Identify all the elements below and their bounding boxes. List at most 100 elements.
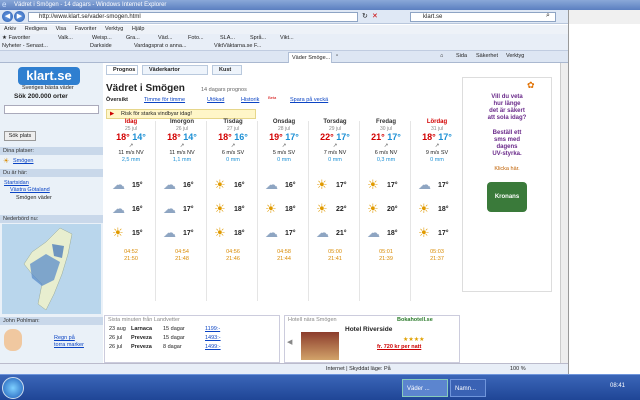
min-temp: 17°: [336, 132, 350, 142]
menu-redigera[interactable]: Redigera: [25, 26, 47, 32]
hotel-brand[interactable]: Bokahotell.se: [397, 317, 433, 323]
day-column[interactable]: Tisdag 27 jul 18° 16° ↗ 6 m/s SV 0 mm ☀ 16° ☀ 18°…: [208, 119, 258, 339]
favorites-button[interactable]: ★ Favoriter: [2, 34, 40, 42]
offer-price[interactable]: 1499:-: [205, 344, 221, 351]
safety-menu[interactable]: Säkerhet: [476, 53, 498, 59]
ie-logo-icon: e: [2, 0, 7, 9]
new-tab-button[interactable]: ▫: [336, 53, 338, 59]
place-link-smogen[interactable]: Smögen: [13, 158, 34, 165]
day-name: Torsdag: [323, 119, 347, 125]
fav-item[interactable]: Nyheter - Senast...: [2, 42, 82, 50]
fav-item[interactable]: ViktVäktarna.se F...: [214, 42, 286, 50]
home-icon[interactable]: ⌂: [440, 53, 443, 59]
cloud-icon: ☁: [316, 225, 329, 240]
menu-verktyg[interactable]: Verktyg: [105, 26, 123, 32]
ad-brand-logo: Kronans: [487, 182, 527, 212]
min-temp: 14°: [132, 132, 146, 142]
address-input[interactable]: http://www.klart.se/vader-smogen.html: [28, 12, 358, 22]
prev-arrow-icon[interactable]: ◀: [287, 338, 292, 346]
search-place-button[interactable]: Sök plats: [4, 131, 36, 141]
tab-prognos[interactable]: Prognos: [106, 65, 138, 75]
tab-vaderkartor[interactable]: Väderkartor: [142, 65, 208, 75]
wind: 5 m/s SV: [272, 150, 296, 156]
fav-item[interactable]: Gra...: [126, 34, 154, 42]
fav-item[interactable]: Vikt...: [280, 34, 304, 42]
subtab-historik[interactable]: Historik: [241, 97, 259, 104]
breadcrumb-start[interactable]: Startsidan: [4, 180, 29, 187]
menu-favoriter[interactable]: Favoriter: [75, 26, 97, 32]
hotel-price[interactable]: fr. 720 kr per natt: [377, 344, 421, 351]
menu-bar: Arkiv Redigera Visa Favoriter Verktyg Hj…: [0, 25, 568, 34]
offer-date: 26 jul: [109, 335, 123, 341]
start-button[interactable]: [2, 377, 24, 399]
forward-button[interactable]: ▶: [14, 11, 25, 22]
tab-kust[interactable]: Kust: [212, 65, 242, 75]
offer-days: 8 dagar: [163, 344, 182, 350]
day-column[interactable]: Imorgon 26 jul 18° 14° ↗ 11 m/s NV 1,1 mm ☁ 16°…: [157, 119, 207, 339]
fav-item[interactable]: Valk...: [58, 34, 88, 42]
fav-item[interactable]: Språ...: [250, 34, 276, 42]
sun-icon: ☀: [367, 201, 379, 216]
hotel-name[interactable]: Hotel Riverside: [345, 326, 392, 333]
hotel-photo[interactable]: [301, 332, 339, 360]
warning-banner[interactable]: ▶ Risk för starka vindbyar idag!: [106, 109, 256, 119]
breadcrumb-region[interactable]: Västra Götaland: [10, 187, 50, 194]
sun-icon: ☀: [214, 177, 226, 192]
wind-icon: ↗: [128, 143, 134, 149]
back-button[interactable]: ◀: [2, 11, 13, 22]
address-url: http://www.klart.se/vader-smogen.html: [39, 14, 141, 20]
search-input[interactable]: klart.se: [410, 12, 556, 22]
fav-item[interactable]: Foto...: [188, 34, 216, 42]
page-menu[interactable]: Sida: [456, 53, 467, 59]
site-tagline: Sveriges bästa väder: [22, 85, 74, 91]
taskbar-item-namn[interactable]: Namn...: [450, 379, 486, 397]
slot-temp: 16°: [183, 182, 194, 189]
radar-map[interactable]: [2, 224, 101, 314]
fav-item[interactable]: Väd...: [158, 34, 184, 42]
place-search-input[interactable]: [4, 105, 99, 114]
fav-item[interactable]: Weisp...: [92, 34, 122, 42]
clock[interactable]: 08:41: [610, 383, 625, 389]
sunset: 21:37: [430, 256, 444, 262]
butterfly-icon: ✿: [527, 80, 535, 90]
wind-icon: ↗: [332, 143, 338, 149]
min-temp: 17°: [438, 132, 452, 142]
max-temp: 22°: [320, 132, 334, 142]
offer-price[interactable]: 1493:-: [205, 335, 221, 342]
taskbar-item-vader[interactable]: Väder ...: [402, 379, 448, 397]
time-slot: ☁ 17°: [157, 223, 207, 245]
search-icon[interactable]: ⌕: [546, 12, 550, 20]
subtab-timme[interactable]: Timme för timme: [144, 97, 185, 104]
day-column[interactable]: Onsdag 28 jul 19° 17° ↗ 5 m/s SV 0 mm ☁ 16° ☀ 18°…: [259, 119, 309, 339]
time-slot: ☀ 18°: [412, 199, 462, 221]
ad-cta[interactable]: Klicka här.: [463, 166, 551, 172]
time-slot: ☁ 16°: [157, 175, 207, 197]
subtab-spara[interactable]: Spara på veckä: [290, 97, 328, 104]
desktop-area: [568, 10, 640, 380]
menu-hjalp[interactable]: Hjälp: [132, 26, 145, 32]
vertical-scrollbar[interactable]: [560, 63, 568, 363]
tab-vader-smogen[interactable]: Väder Smöge...: [288, 52, 332, 63]
offer-date: 26 jul: [109, 344, 123, 350]
fav-item[interactable]: SLA...: [220, 34, 246, 42]
subtab-utokad[interactable]: Utökad: [207, 97, 224, 104]
day-column[interactable]: Torsdag 29 jul 22° 17° ↗ 7 m/s NV 0 mm ☀ 17° ☀ 22…: [310, 119, 360, 339]
tools-menu[interactable]: Verktyg: [506, 53, 524, 59]
refresh-icon[interactable]: ↻: [362, 12, 368, 20]
fav-item[interactable]: Darkside: [90, 42, 130, 50]
blog-link[interactable]: Regn på torra marker: [54, 335, 84, 349]
menu-arkiv[interactable]: Arkiv: [4, 26, 16, 32]
time-slot: ☀ 18°: [208, 223, 258, 245]
subtab-oversikt[interactable]: Översikt: [106, 97, 128, 104]
day-column[interactable]: Lördag 31 jul 18° 17° ↗ 9 m/s SV 0 mm ☁ 17° ☀ 18°…: [412, 119, 462, 339]
warning-text: Risk för starka vindbyar idag!: [121, 111, 192, 117]
stop-icon[interactable]: ✕: [372, 12, 378, 20]
site-logo[interactable]: klart.se: [18, 67, 80, 85]
page-content: klart.se Sveriges bästa väder Sök 200.00…: [0, 63, 560, 363]
offer-price[interactable]: 1199:-: [205, 326, 220, 333]
day-column[interactable]: Fredag 30 jul 21° 17° ↗ 6 m/s NV 0,3 mm ☀ 17° ☀ 2…: [361, 119, 411, 339]
menu-visa[interactable]: Visa: [56, 26, 67, 32]
fav-item[interactable]: Vardagsprat o anna...: [134, 42, 212, 50]
day-column[interactable]: Idag 25 jul 18° 14° ↗ 11 m/s NV 2,5 mm ☁ 15° ☁ 16…: [106, 119, 156, 339]
ad-banner[interactable]: ✿ Vill du veta hur länge det är säkert att …: [462, 77, 552, 292]
